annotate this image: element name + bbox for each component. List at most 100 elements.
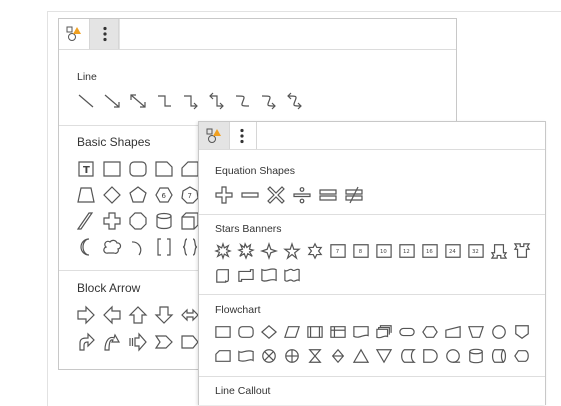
bent-up-arrow-icon[interactable] <box>77 333 95 351</box>
hexagon-icon[interactable]: 6 <box>155 186 173 204</box>
flowchart-document-icon[interactable] <box>353 324 369 340</box>
star-6-point-icon[interactable] <box>307 243 323 259</box>
textbox-icon[interactable]: T <box>77 160 95 178</box>
trapezoid-icon[interactable] <box>77 186 95 204</box>
moon-icon[interactable] <box>77 238 95 256</box>
curved-arrow-connector-icon[interactable] <box>259 92 277 110</box>
explosion-1-icon[interactable] <box>215 243 231 259</box>
not-equal-shape-icon[interactable] <box>345 186 363 204</box>
elbow-connector-icon[interactable] <box>155 92 173 110</box>
chevron-arrow-icon[interactable] <box>155 333 173 351</box>
down-arrow-icon[interactable] <box>155 306 173 324</box>
flowchart-sort-icon[interactable] <box>330 348 346 364</box>
section-title-block-arrow: Block Arrow <box>77 281 141 295</box>
line-icon[interactable] <box>77 92 95 110</box>
star-5-point-icon[interactable] <box>284 243 300 259</box>
star-8-point-icon[interactable]: 8 <box>353 243 369 259</box>
brace-pair-icon[interactable] <box>181 238 199 256</box>
stars-banners-row-2 <box>215 267 307 283</box>
flowchart-display-icon[interactable] <box>514 348 530 364</box>
star-10-point-icon[interactable]: 10 <box>376 243 392 259</box>
flowchart-terminator-icon[interactable] <box>399 324 415 340</box>
double-arrow-line-icon[interactable] <box>129 92 147 110</box>
flowchart-direct-access-storage-icon[interactable] <box>491 348 507 364</box>
curved-double-arrow-connector-icon[interactable] <box>285 92 303 110</box>
flowchart-preparation-icon[interactable] <box>422 324 438 340</box>
bracket-pair-icon[interactable] <box>155 238 173 256</box>
octagon-icon[interactable] <box>129 212 147 230</box>
cube-icon[interactable] <box>181 212 199 230</box>
flowchart-decision-icon[interactable] <box>261 324 277 340</box>
star-32-point-icon[interactable]: 32 <box>468 243 484 259</box>
star-4-point-icon[interactable] <box>261 243 277 259</box>
arc-icon[interactable] <box>129 238 147 256</box>
section-title-flowchart: Flowchart <box>215 304 261 316</box>
star-24-point-icon[interactable]: 24 <box>445 243 461 259</box>
flowchart-collate-icon[interactable] <box>307 348 323 364</box>
flowchart-manual-operation-icon[interactable] <box>468 324 484 340</box>
flowchart-data-icon[interactable] <box>284 324 300 340</box>
equal-shape-icon[interactable] <box>319 186 337 204</box>
curved-up-arrow-icon[interactable] <box>103 333 121 351</box>
cylinder-icon[interactable] <box>155 212 173 230</box>
star-7-point-icon[interactable]: 7 <box>330 243 346 259</box>
flowchart-card-icon[interactable] <box>215 348 231 364</box>
flowchart-manual-input-icon[interactable] <box>445 324 461 340</box>
ribbon-down-icon[interactable] <box>491 243 507 259</box>
striped-right-arrow-icon[interactable] <box>129 333 147 351</box>
flowchart-connector-icon[interactable] <box>491 324 507 340</box>
shapes-tool-button[interactable] <box>59 19 89 49</box>
flowchart-or-icon[interactable] <box>284 348 300 364</box>
ribbon-up-icon[interactable] <box>514 243 530 259</box>
vertical-scroll-icon[interactable] <box>215 267 231 283</box>
flowchart-extract-icon[interactable] <box>353 348 369 364</box>
curved-connector-icon[interactable] <box>233 92 251 110</box>
divide-shape-icon[interactable] <box>293 186 311 204</box>
pentagon-arrow-icon[interactable] <box>181 333 199 351</box>
double-wave-icon[interactable] <box>284 267 300 283</box>
wave-icon[interactable] <box>261 267 277 283</box>
left-right-arrow-icon[interactable] <box>181 306 199 324</box>
cross-shape-icon[interactable] <box>103 212 121 230</box>
flowchart-merge-icon[interactable] <box>376 348 392 364</box>
shapes-tool-button[interactable] <box>199 122 229 149</box>
rectangle-icon[interactable] <box>103 160 121 178</box>
flowchart-predefined-process-icon[interactable] <box>307 324 323 340</box>
flowchart-magnetic-disk-icon[interactable] <box>468 348 484 364</box>
svg-text:8: 8 <box>359 249 363 255</box>
elbow-arrow-connector-icon[interactable] <box>181 92 199 110</box>
regular-pentagon-icon[interactable] <box>129 186 147 204</box>
left-arrow-icon[interactable] <box>103 306 121 324</box>
parallelogram-slash-icon[interactable] <box>77 212 95 230</box>
star-12-point-icon[interactable]: 12 <box>399 243 415 259</box>
flowchart-sequential-access-storage-icon[interactable] <box>445 348 461 364</box>
pentagon-icon[interactable] <box>181 160 199 178</box>
cloud-icon[interactable] <box>103 238 121 256</box>
horizontal-scroll-icon[interactable] <box>238 267 254 283</box>
more-options-button[interactable] <box>227 122 257 149</box>
flowchart-multidocument-icon[interactable] <box>376 324 392 340</box>
arrow-line-icon[interactable] <box>103 92 121 110</box>
heptagon-icon[interactable]: 7 <box>181 186 199 204</box>
plus-shape-icon[interactable] <box>215 186 233 204</box>
more-options-button[interactable] <box>90 19 120 49</box>
flowchart-punched-tape-icon[interactable] <box>238 348 254 364</box>
flowchart-process-icon[interactable] <box>215 324 231 340</box>
elbow-double-arrow-connector-icon[interactable] <box>207 92 225 110</box>
flowchart-summing-junction-icon[interactable] <box>261 348 277 364</box>
explosion-2-icon[interactable] <box>238 243 254 259</box>
minus-shape-icon[interactable] <box>241 186 259 204</box>
snip-rectangle-icon[interactable] <box>155 160 173 178</box>
flowchart-offpage-connector-icon[interactable] <box>514 324 530 340</box>
flowchart-delay-icon[interactable] <box>422 348 438 364</box>
flowchart-alternate-process-icon[interactable] <box>238 324 254 340</box>
panel-toolbar <box>199 122 545 150</box>
rounded-rectangle-icon[interactable] <box>129 160 147 178</box>
flowchart-stored-data-icon[interactable] <box>399 348 415 364</box>
flowchart-internal-storage-icon[interactable] <box>330 324 346 340</box>
diamond-icon[interactable] <box>103 186 121 204</box>
star-16-point-icon[interactable]: 16 <box>422 243 438 259</box>
up-arrow-icon[interactable] <box>129 306 147 324</box>
right-arrow-icon[interactable] <box>77 306 95 324</box>
multiply-shape-icon[interactable] <box>267 186 285 204</box>
